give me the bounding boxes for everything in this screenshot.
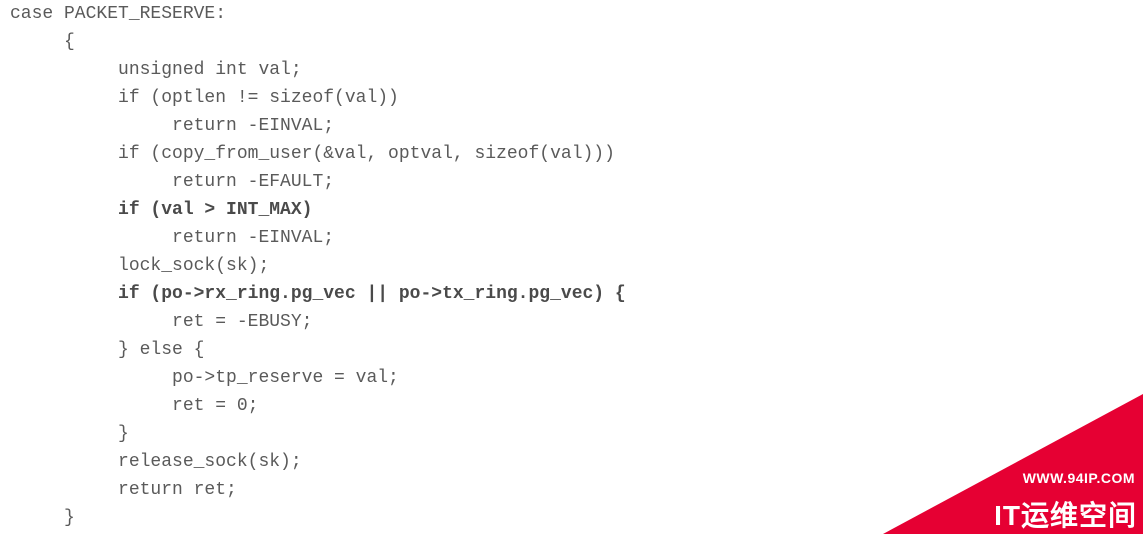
- code-line: return -EFAULT;: [10, 168, 1143, 196]
- code-block: case PACKET_RESERVE: { unsigned int val;…: [0, 0, 1143, 532]
- code-line: if (optlen != sizeof(val)): [10, 84, 1143, 112]
- code-line: case PACKET_RESERVE:: [10, 0, 1143, 28]
- code-line: if (copy_from_user(&val, optval, sizeof(…: [10, 140, 1143, 168]
- code-line: ret = 0;: [10, 392, 1143, 420]
- code-line: release_sock(sk);: [10, 448, 1143, 476]
- code-line: return -EINVAL;: [10, 112, 1143, 140]
- code-line: ret = -EBUSY;: [10, 308, 1143, 336]
- code-line: if (val > INT_MAX): [10, 196, 1143, 224]
- code-line: return ret;: [10, 476, 1143, 504]
- code-line: }: [10, 504, 1143, 532]
- code-line: unsigned int val;: [10, 56, 1143, 84]
- code-line: po->tp_reserve = val;: [10, 364, 1143, 392]
- code-line: } else {: [10, 336, 1143, 364]
- code-line: {: [10, 28, 1143, 56]
- code-line: }: [10, 420, 1143, 448]
- code-line: lock_sock(sk);: [10, 252, 1143, 280]
- code-line: return -EINVAL;: [10, 224, 1143, 252]
- code-line: if (po->rx_ring.pg_vec || po->tx_ring.pg…: [10, 280, 1143, 308]
